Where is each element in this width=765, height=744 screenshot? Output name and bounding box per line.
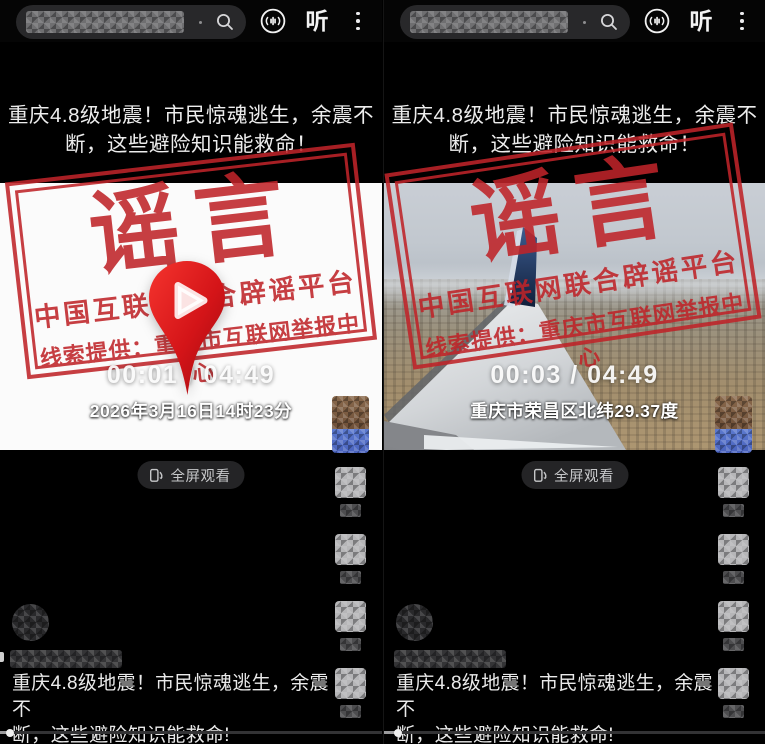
comment-action-blurred[interactable] (335, 534, 366, 584)
progress-bar[interactable] (0, 731, 382, 734)
top-bar: 听 (0, 0, 382, 42)
video-info-overlay: 重庆市荣昌区北纬29.37度 (384, 398, 765, 423)
search-query-blurred (410, 11, 568, 33)
search-bar[interactable] (16, 5, 246, 39)
fullscreen-label: 全屏观看 (171, 465, 231, 486)
screen: 听 重庆4.8级地震！市民惊魂逃生，余震不 断，这些避险知识能救命！ 谣言 中国… (0, 0, 765, 744)
comment-action-blurred[interactable] (718, 534, 749, 584)
listen-mode-icon[interactable] (643, 7, 671, 35)
progress-dot[interactable] (6, 729, 14, 737)
progress-dot[interactable] (394, 729, 402, 737)
search-divider-dot (199, 21, 202, 24)
rotate-phone-icon (148, 467, 165, 484)
listen-button[interactable]: 听 (300, 7, 334, 35)
rumor-stamp: 谣言 中国互联网联合辟谣平台 线索提供：重庆市互联网举报中心 (384, 122, 761, 369)
search-icon[interactable] (214, 11, 236, 33)
favorite-action-blurred[interactable] (335, 601, 366, 651)
search-icon[interactable] (598, 11, 620, 33)
edge-notch (0, 652, 4, 662)
favorite-action-blurred[interactable] (718, 601, 749, 651)
fullscreen-button[interactable]: 全屏观看 (521, 461, 628, 489)
panel-left: 听 重庆4.8级地震！市民惊魂逃生，余震不 断，这些避险知识能救命！ 谣言 中国… (0, 0, 382, 744)
top-bar: 听 (384, 0, 765, 42)
search-query-blurred (26, 11, 184, 33)
rumor-stamp-inner-border: 谣言 中国互联网联合辟谣平台 线索提供：重庆市互联网举报中心 (395, 133, 752, 360)
share-action-blurred[interactable] (335, 668, 366, 718)
action-rail (330, 396, 370, 735)
play-pin-icon[interactable] (146, 258, 228, 400)
author-avatar[interactable] (12, 604, 49, 641)
progress-bar[interactable] (384, 731, 765, 734)
overflow-menu-icon[interactable] (352, 8, 364, 34)
fullscreen-label: 全屏观看 (554, 465, 614, 486)
rail-author-avatar[interactable] (332, 396, 369, 453)
like-action-blurred[interactable] (335, 467, 366, 517)
listen-mode-icon[interactable] (259, 7, 287, 35)
search-divider-dot (583, 21, 586, 24)
panel-right: 听 重庆4.8级地震！市民惊魂逃生，余震不 断，这些避险知识能救命！ 谣言 中国… (383, 0, 765, 744)
author-name-blurred[interactable] (10, 650, 122, 668)
like-action-blurred[interactable] (718, 467, 749, 517)
author-name-blurred[interactable] (394, 650, 506, 668)
overflow-menu-icon[interactable] (736, 8, 748, 34)
fullscreen-button[interactable]: 全屏观看 (138, 461, 245, 489)
video-info-overlay: 2026年3月16日14时23分 (0, 398, 382, 423)
share-action-blurred[interactable] (718, 668, 749, 718)
rail-author-avatar[interactable] (715, 396, 752, 453)
author-avatar[interactable] (396, 604, 433, 641)
listen-button[interactable]: 听 (684, 7, 718, 35)
time-indicator: 00:03 / 04:49 (384, 361, 765, 390)
action-rail (713, 396, 753, 735)
search-bar[interactable] (400, 5, 630, 39)
rotate-phone-icon (531, 467, 548, 484)
